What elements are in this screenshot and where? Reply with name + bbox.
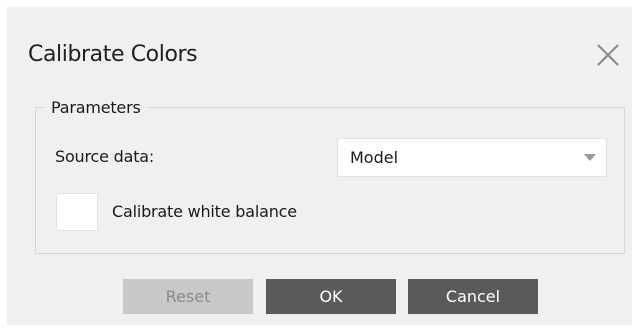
close-icon[interactable]	[595, 42, 621, 68]
parameters-group-label: Parameters	[45, 98, 147, 117]
source-data-label: Source data:	[55, 147, 155, 166]
source-data-select[interactable]: Model	[337, 138, 607, 177]
source-data-value: Model	[350, 148, 399, 167]
ok-button[interactable]: OK	[266, 279, 396, 314]
chevron-down-icon	[584, 154, 596, 161]
dialog-title: Calibrate Colors	[28, 42, 198, 67]
white-balance-label[interactable]: Calibrate white balance	[112, 202, 297, 221]
parameters-group	[35, 107, 625, 254]
cancel-button[interactable]: Cancel	[408, 279, 538, 314]
reset-button[interactable]: Reset	[123, 279, 253, 314]
white-balance-checkbox[interactable]	[56, 193, 98, 231]
